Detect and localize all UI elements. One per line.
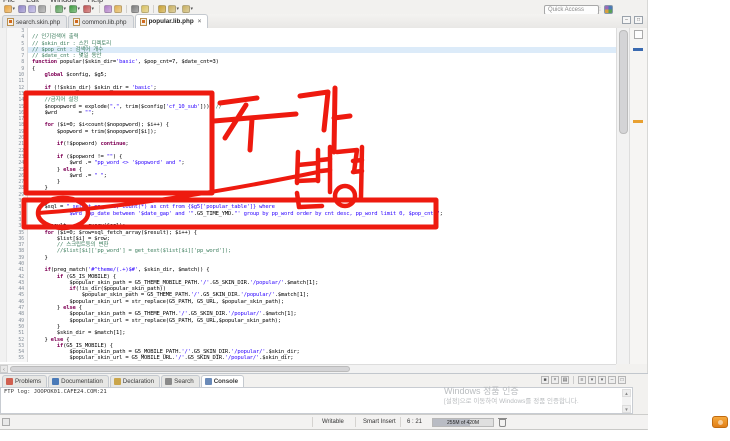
panel-tab-declaration[interactable]: Declaration: [110, 375, 160, 387]
search-icon: [165, 378, 172, 385]
toolbar-separator: [50, 5, 51, 13]
last-edit-location-icon[interactable]: [158, 5, 166, 13]
new-php-file-icon[interactable]: [104, 5, 112, 13]
tab-label: search.skin.php: [16, 19, 60, 26]
minimize-editor-icon[interactable]: –: [622, 16, 631, 24]
panel-tab-label: Search: [174, 378, 194, 385]
documentation-icon: [52, 378, 59, 385]
remove-launch-icon[interactable]: ×: [551, 376, 559, 384]
panel-tab-problems[interactable]: Problems: [2, 375, 47, 387]
status-bar: Writable Smart Insert 6 : 21 255M of 420…: [0, 414, 648, 429]
forward-icon[interactable]: ▾: [182, 5, 190, 13]
new-wizard-icon[interactable]: ▾: [4, 5, 12, 13]
vertical-scrollbar-thumb[interactable]: [619, 30, 628, 134]
toolbar-separator: [153, 5, 154, 13]
code-line-55[interactable]: 55 $popular_skin_url = G5_MOBILE_URL.'/'…: [0, 355, 616, 361]
editor-tab-bar: search.skin.php common.lib.php popular.lib…: [0, 14, 647, 29]
back-icon[interactable]: ▾: [168, 5, 176, 13]
run-icon[interactable]: ▾: [69, 5, 77, 13]
code-text: $popular_skin_url = G5_MOBILE_URL.'/'.G5…: [28, 355, 616, 361]
line-number: 55: [7, 355, 28, 361]
editor-tab-common.lib.php[interactable]: common.lib.php: [68, 15, 133, 28]
horizontal-scrollbar[interactable]: ‹: [0, 364, 616, 373]
console-scrollbar[interactable]: ▲ ▼: [622, 389, 631, 413]
panel-tab-label: Declaration: [123, 378, 154, 385]
toolbar-separator: [126, 5, 127, 13]
editor-tab-search.skin.php[interactable]: search.skin.php: [2, 15, 67, 28]
console-log-text: FTP log: JOOPOK01.CAFE24.COM:21: [4, 389, 107, 395]
panel-tab-search[interactable]: Search: [161, 375, 200, 387]
new-php-project-icon[interactable]: [114, 5, 122, 13]
bookmark-icon[interactable]: [141, 5, 149, 13]
panel-tab-label: Documentation: [61, 378, 103, 385]
problems-icon: [6, 378, 13, 385]
save-all-icon[interactable]: [28, 5, 36, 13]
cursor-position-status: 6 : 21: [407, 415, 422, 429]
scroll-up-icon[interactable]: ▲: [622, 389, 631, 397]
minimize-panel-icon[interactable]: –: [608, 376, 616, 384]
screen-capture-button[interactable]: [712, 416, 728, 428]
vertical-scrollbar[interactable]: [616, 28, 629, 364]
open-console-icon[interactable]: ▾: [598, 376, 606, 384]
editor-tab-popular.lib.php[interactable]: popular.lib.php ×: [135, 14, 209, 28]
toolbar-separator: [99, 5, 100, 13]
overview-ruler[interactable]: [629, 28, 647, 364]
search-icon[interactable]: [131, 5, 139, 13]
print-icon[interactable]: [38, 5, 46, 13]
php-file-icon: [7, 18, 14, 26]
heap-status: 255M of 420M: [432, 418, 494, 427]
console-content[interactable]: FTP log: JOOPOK01.CAFE24.COM:21 Windows …: [0, 387, 633, 414]
close-tab-icon[interactable]: ×: [198, 19, 202, 25]
application-frame: FileEditWindowHelp ▾▾▾▾▾▾ Quick Access ⁞…: [0, 0, 648, 430]
clear-annotations-icon[interactable]: [634, 30, 643, 39]
windows-activation-watermark-subtitle: [설정]으로 이동하여 Windows를 정품 인증합니다.: [444, 395, 579, 405]
panel-tab-label: Console: [214, 378, 238, 385]
writable-status: Writable: [322, 415, 344, 429]
panel-toolbar-separator: [573, 376, 574, 384]
scroll-lock-icon[interactable]: ≡: [578, 376, 586, 384]
php-file-icon: [73, 18, 80, 26]
maximize-panel-icon[interactable]: □: [618, 376, 626, 384]
clear-console-icon[interactable]: ▤: [561, 376, 569, 384]
toolbar-separator: ⁞: [599, 5, 601, 14]
declaration-icon: [114, 378, 121, 385]
console-panel: Problems Documentation Declaration Search Co…: [0, 373, 648, 414]
external-tools-icon[interactable]: ▾: [83, 5, 91, 13]
pin-console-icon[interactable]: ▾: [588, 376, 596, 384]
tab-label: popular.lib.php: [149, 18, 194, 25]
heap-status-text: 255M of 420M: [433, 419, 493, 427]
code-editor[interactable]: 3 4// 인기검색어 출력5// $skin_dir : 스킨 디렉토리6//…: [0, 28, 616, 364]
debug-icon[interactable]: ▾: [55, 5, 63, 13]
maximize-editor-icon[interactable]: □: [634, 16, 643, 24]
panel-tab-console[interactable]: Console: [201, 375, 244, 387]
php-file-icon: [140, 18, 147, 26]
run-garbage-collector-icon[interactable]: [499, 419, 506, 427]
save-icon[interactable]: [18, 5, 26, 13]
quick-view-icon[interactable]: [2, 418, 10, 426]
insert-mode-status: Smart Insert: [363, 415, 396, 429]
cursor-mark[interactable]: [633, 48, 643, 51]
main-toolbar: ▾▾▾▾▾▾ Quick Access ⁞: [0, 4, 647, 14]
panel-tab-label: Problems: [15, 378, 41, 385]
horizontal-scrollbar-thumb[interactable]: [10, 366, 350, 372]
eclipse-window: FileEditWindowHelp ▾▾▾▾▾▾ Quick Access ⁞…: [0, 0, 730, 441]
console-icon: [205, 378, 212, 385]
tab-label: common.lib.php: [82, 19, 126, 26]
occurrence-mark[interactable]: [633, 120, 643, 123]
scroll-left-icon[interactable]: ‹: [0, 365, 8, 373]
panel-tab-documentation[interactable]: Documentation: [48, 375, 109, 387]
terminate-icon[interactable]: ■: [541, 376, 549, 384]
scroll-down-icon[interactable]: ▼: [622, 405, 631, 413]
php-perspective-icon[interactable]: [604, 5, 613, 14]
